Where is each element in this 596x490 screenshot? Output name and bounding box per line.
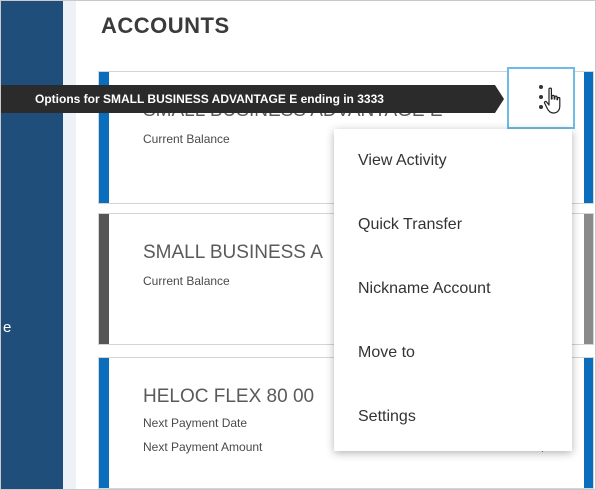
options-tooltip: Options for SMALL BUSINESS ADVANTAGE E e… [1,85,495,113]
tooltip-arrow [495,85,504,113]
menu-item-quick-transfer[interactable]: Quick Transfer [334,193,572,257]
menu-item-nickname-account[interactable]: Nickname Account [334,257,572,321]
nav-gap [63,1,76,489]
menu-item-move-to[interactable]: Move to [334,321,572,385]
card-accent-bar [99,358,109,488]
card-right-accent [584,72,593,203]
hand-pointer-icon [543,87,561,114]
menu-item-view-activity[interactable]: View Activity [334,129,572,193]
left-navigation: e [1,1,63,489]
account-options-button[interactable] [507,67,575,129]
account-name[interactable]: HELOC FLEX 80 00 [143,386,314,408]
menu-item-settings[interactable]: Settings [334,385,572,449]
card-right-accent [584,214,593,344]
current-balance-label: Current Balance [143,132,230,146]
screen: e ACCOUNTS SMALL BUSINESS ADVANTAGE E Cu… [0,0,596,490]
card-right-accent [584,358,593,488]
account-options-menu: View Activity Quick Transfer Nickname Ac… [334,129,572,451]
account-name[interactable]: SMALL BUSINESS A [143,242,323,264]
page-title: ACCOUNTS [101,13,230,38]
next-payment-amount-label: Next Payment Amount [143,440,263,454]
current-balance-label: Current Balance [143,274,230,288]
card-accent-bar [99,214,109,344]
left-nav-partial-text[interactable]: e [3,319,11,336]
next-payment-date-label: Next Payment Date [143,416,248,430]
